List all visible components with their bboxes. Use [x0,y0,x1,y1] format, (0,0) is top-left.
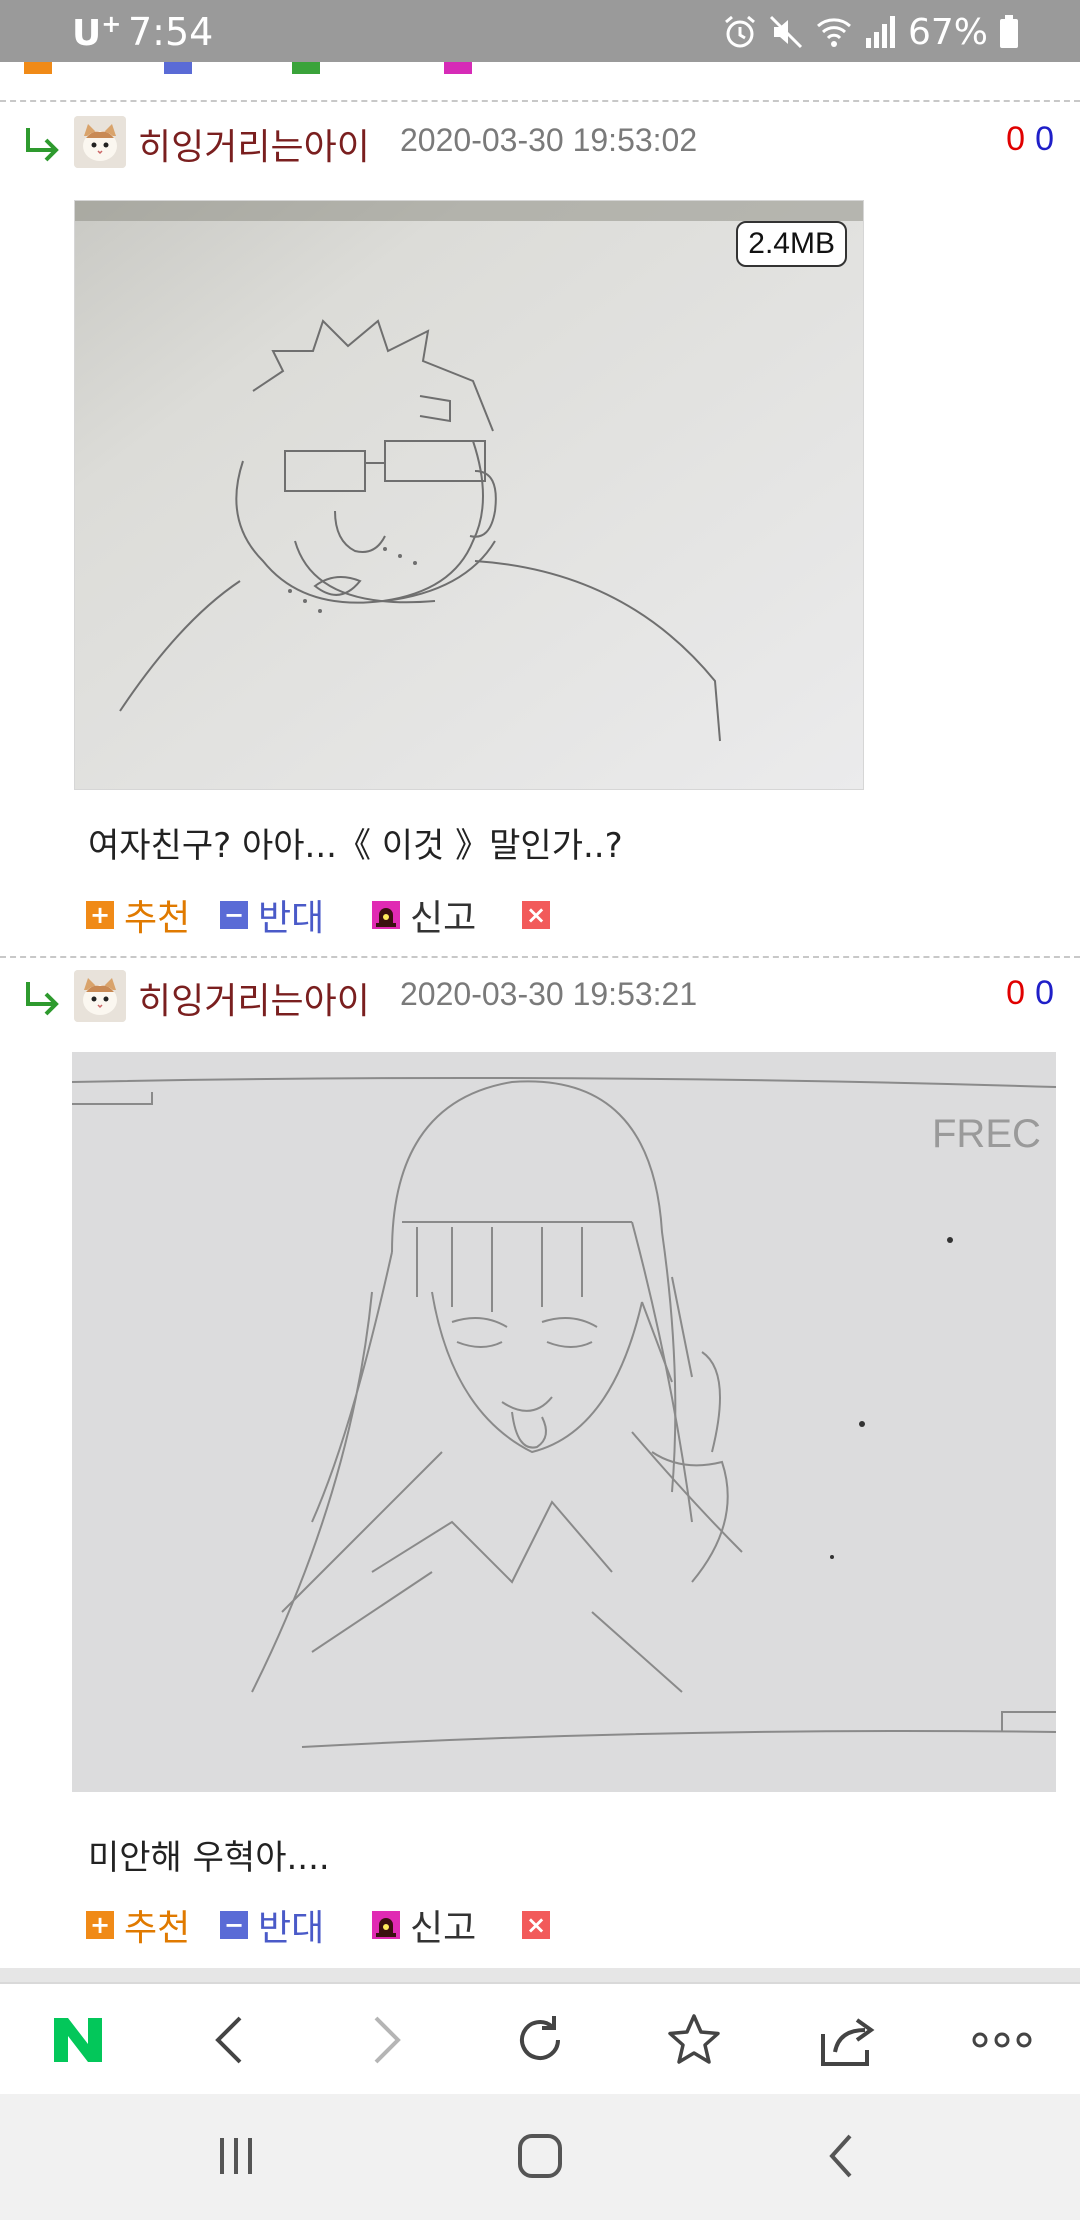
back-icon[interactable] [200,2010,260,2070]
system-nav-bar [0,2094,1080,2220]
comment-divider [0,100,1080,102]
wifi-icon [816,18,851,47]
comment-date: 2020-03-30 19:53:21 [400,976,698,1012]
home-icon[interactable] [508,2124,572,2188]
oppose-label: 반대 [258,898,325,939]
report-label: 신고 [410,1908,477,1949]
delete-button[interactable]: × [522,890,550,940]
comment-author[interactable]: 히잉거리는아이 [138,972,370,1024]
more-icon[interactable] [972,2010,1032,2070]
comment-image[interactable]: 2.4MB [74,200,864,790]
page-bottom-edge [0,1968,1080,1982]
bookmark-star-icon[interactable] [664,2010,724,2070]
comment-actions: + 추천 − 반대 신고 × [86,1900,686,1950]
vote-down-count: 0 [1035,120,1054,158]
avatar[interactable] [74,116,126,168]
comment-author[interactable]: 히잉거리는아이 [138,118,370,170]
status-bar: U+ 7:54 67% [0,0,1080,62]
vote-up-count: 0 [1006,974,1026,1012]
siren-icon [372,901,400,929]
naver-n-icon[interactable] [48,2010,108,2070]
report-button[interactable]: 신고 [372,1900,476,1950]
recent-apps-icon[interactable] [204,2124,268,2188]
report-button[interactable]: 신고 [372,890,476,940]
vote-down-count: 0 [1035,974,1054,1012]
avatar[interactable] [74,970,126,1022]
vote-up-count: 0 [1006,120,1026,158]
carrier-label: U+ [72,10,122,54]
plus-icon: + [86,901,114,929]
signal-icon [865,16,895,48]
browser-toolbar [0,1982,1080,2094]
forward-icon[interactable] [356,2010,416,2070]
status-time: 7:54 [128,10,214,54]
comment-header: 히잉거리는아이 2020-03-30 19:53:02 00 [0,110,1080,180]
plus-icon: + [86,1911,114,1939]
refresh-icon[interactable] [510,2010,570,2070]
oppose-label: 반대 [258,1908,325,1949]
share-icon[interactable] [818,2010,878,2070]
close-icon: × [522,1911,550,1939]
battery-percent: 67% [907,11,988,53]
report-label: 신고 [410,898,477,939]
mute-icon [769,15,803,49]
vote-counts: 00 [1006,974,1054,1013]
avatar-cat-icon [74,116,126,168]
avatar-cat-icon [74,970,126,1022]
image-size-badge: 2.4MB [736,221,847,267]
comment-divider [0,956,1080,958]
minus-icon: − [220,1911,248,1939]
sketch-text: FREC [932,1112,1041,1156]
reply-arrow-icon [26,982,59,1016]
alarm-icon [725,15,755,48]
reply-arrow-icon [26,128,59,162]
comment-actions: + 추천 − 반대 신고 × [86,890,686,940]
comment-date: 2020-03-30 19:53:02 [400,122,698,158]
oppose-button[interactable]: − 반대 [220,890,324,940]
recommend-label: 추천 [124,1908,191,1949]
recommend-button[interactable]: + 추천 [86,1900,190,1950]
comment-text: 미안해 우혁아.... [88,1838,330,1878]
sketch-girl-image: FREC [72,1052,1056,1792]
recommend-label: 추천 [124,898,191,939]
sketch-man-image [75,201,863,789]
battery-icon [1000,15,1018,48]
close-icon: × [522,901,550,929]
screen: U+ 7:54 67% 히잉거리는아이 2020-03-30 19:53:02 … [0,0,1080,2220]
nav-back-icon[interactable] [810,2124,874,2188]
oppose-button[interactable]: − 반대 [220,1900,324,1950]
minus-icon: − [220,901,248,929]
status-icons: 67% [722,10,1020,54]
siren-icon [372,1911,400,1939]
comment-text: 여자친구? 아아...《 이것 》말인가..? [88,826,623,866]
comment-header: 히잉거리는아이 2020-03-30 19:53:21 00 [0,964,1080,1034]
delete-button[interactable]: × [522,1900,550,1950]
comment-image[interactable]: FREC [72,1052,1056,1792]
recommend-button[interactable]: + 추천 [86,890,190,940]
vote-counts: 00 [1006,120,1054,159]
